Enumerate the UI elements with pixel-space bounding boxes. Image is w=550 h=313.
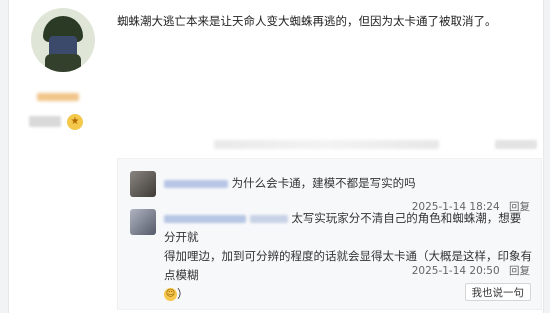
reply-content: 为什么会卡通，建模不都是写实的吗: [164, 174, 532, 193]
reply-button[interactable]: 回复: [509, 265, 530, 277]
say-something-button[interactable]: 我也说一句: [464, 283, 531, 301]
reply-date: 2025-1-14 20:50: [411, 265, 500, 277]
reply-text: 为什么会卡通，建模不都是写实的吗: [231, 176, 416, 190]
post-content: 蜘蛛潮大逃亡本来是让天命人变大蜘蛛再逃的，但因为太卡通了被取消了。: [117, 14, 497, 28]
avatar-body: [45, 54, 81, 72]
reply-box: 为什么会卡通，建模不都是写实的吗 2025-1-14 18:24 回复 太写实玩…: [117, 158, 542, 310]
reply-item: 太写实玩家分不清自己的角色和蜘蛛潮，想要分开就 得加哩边，加到可分辨的程度的话就…: [130, 209, 532, 301]
reply-avatar[interactable]: [130, 171, 156, 197]
author-level-badge-blurred: [29, 116, 61, 127]
reply-username-blurred[interactable]: [164, 214, 246, 223]
post-toolbar-blurred: [214, 140, 439, 149]
post-toolbar-right-blurred: [495, 140, 537, 149]
reply-text-line3: ）: [177, 287, 189, 301]
reply-avatar[interactable]: [130, 209, 156, 235]
post-card: ★ 蜘蛛潮大逃亡本来是让天命人变大蜘蛛再逃的，但因为太卡通了被取消了。 为什么会…: [8, 0, 544, 313]
reply-meta: 2025-1-14 20:50 回复: [412, 263, 530, 278]
author-username-blurred[interactable]: [37, 93, 79, 101]
author-column: ★: [9, 0, 107, 313]
medal-icon: ★: [67, 114, 83, 130]
reply-item: 为什么会卡通，建模不都是写实的吗 2025-1-14 18:24 回复: [130, 171, 532, 213]
author-avatar[interactable]: [31, 8, 95, 72]
smile-emoji-icon: ☺: [164, 288, 177, 301]
reply-username-blurred[interactable]: [164, 179, 228, 188]
reply-username-blurred[interactable]: [249, 214, 288, 223]
